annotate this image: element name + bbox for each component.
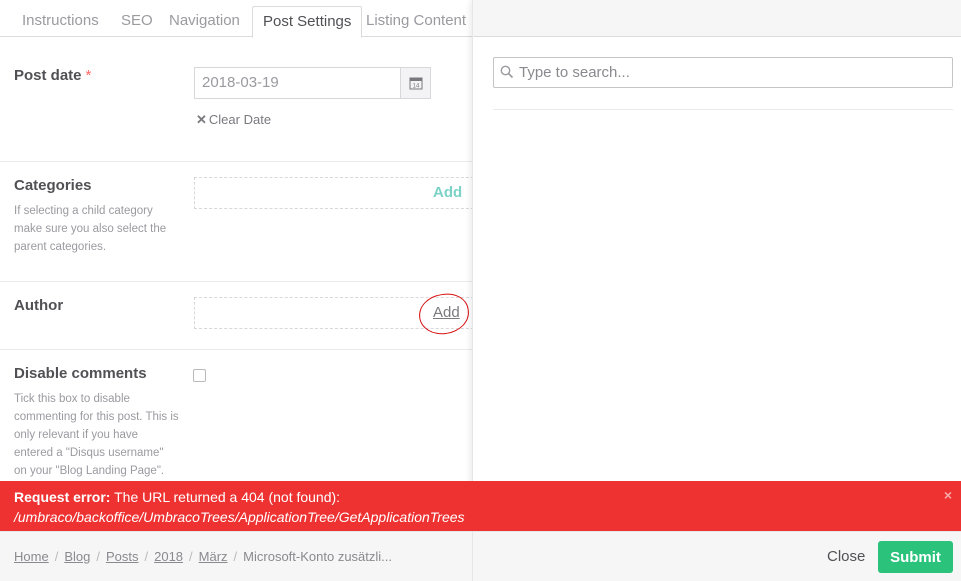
tab-listing-content[interactable]: Listing Content	[356, 6, 472, 37]
categories-label: Categories	[14, 177, 92, 194]
clear-date-link[interactable]: ✕ Clear Date	[196, 112, 271, 128]
tab-bar: Instructions SEO Navigation Post Setting…	[0, 0, 472, 38]
breadcrumb-item-month[interactable]: März	[199, 549, 228, 564]
error-close-icon[interactable]: ×	[944, 485, 952, 505]
overlay-header	[473, 0, 961, 37]
error-prefix: Request error:	[14, 489, 111, 505]
submit-button[interactable]: Submit	[878, 541, 953, 573]
search-icon	[500, 65, 514, 79]
categories-description: If selecting a child category make sure …	[14, 205, 167, 253]
calendar-day-text: 14	[412, 84, 419, 90]
property-disable-comments: Disable comments Tick this box to disabl…	[0, 350, 472, 490]
disable-comments-label: Disable comments	[14, 365, 147, 382]
calendar-icon: 14	[409, 77, 422, 90]
breadcrumb-item-home[interactable]: Home	[14, 549, 49, 564]
breadcrumb-current: Microsoft-Konto zusätzli...	[243, 549, 392, 564]
search-input[interactable]	[519, 58, 949, 87]
required-mark: *	[85, 67, 92, 84]
tab-instructions[interactable]: Instructions	[12, 6, 109, 37]
breadcrumb-item-posts[interactable]: Posts	[106, 549, 139, 564]
disable-comments-description: Tick this box to disable commenting for …	[14, 393, 179, 477]
breadcrumb: Home / Blog / Posts/2018/März / Microsoft-Kont…	[14, 549, 392, 564]
error-path: /umbraco/backoffice/UmbracoTrees/Applica…	[14, 509, 465, 525]
post-date-input[interactable]: 2018-03-19	[194, 67, 400, 99]
editor-footer: Home / Blog / Posts/2018/März / Microsoft-Kont…	[0, 531, 472, 581]
breadcrumb-item-year[interactable]: 2018	[154, 549, 183, 564]
disable-comments-checkbox[interactable]	[193, 369, 206, 382]
error-line: Request error: The URL returned a 404 (n…	[14, 487, 947, 507]
categories-add-button[interactable]: Add	[433, 184, 462, 201]
overlay-divider	[493, 109, 953, 110]
property-post-date: Post date *	[0, 37, 472, 162]
close-button[interactable]: Close	[827, 548, 865, 565]
breadcrumb-item-blog[interactable]: Blog	[64, 549, 90, 564]
categories-picker: Add	[194, 177, 472, 209]
post-date-label: Post date *	[14, 67, 92, 84]
overlay-footer: Close Submit	[472, 531, 961, 581]
tab-post-settings[interactable]: Post Settings	[252, 6, 363, 38]
search-box	[493, 57, 953, 88]
error-message: The URL returned a 404 (not found):	[114, 489, 341, 505]
tab-navigation[interactable]: Navigation	[159, 6, 250, 37]
tab-seo[interactable]: SEO	[111, 6, 163, 37]
calendar-button[interactable]: 14	[400, 67, 431, 99]
author-label: Author	[14, 297, 64, 314]
error-notification: Request error: The URL returned a 404 (n…	[0, 481, 961, 531]
clear-icon: ✕	[196, 112, 207, 127]
